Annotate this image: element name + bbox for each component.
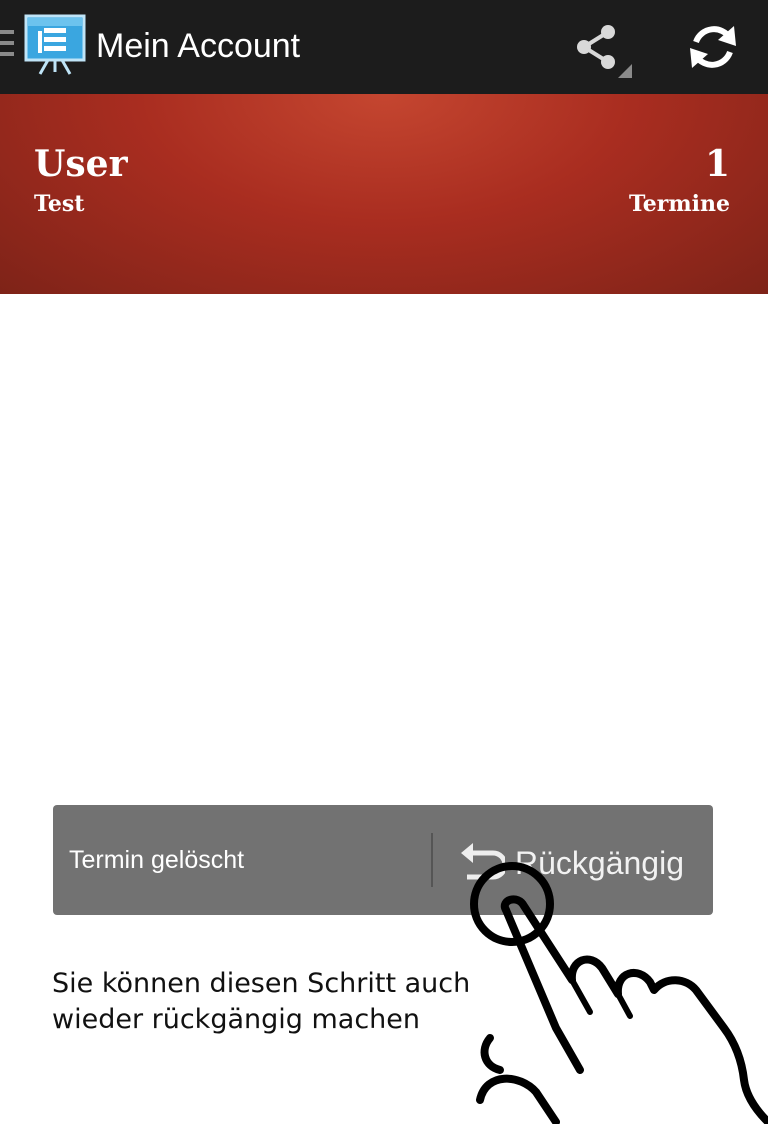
menu-icon[interactable] xyxy=(0,30,16,62)
appointment-count: 1 xyxy=(704,143,730,185)
snackbar-message: Termin gelöscht xyxy=(69,846,245,874)
refresh-icon[interactable] xyxy=(686,20,740,74)
page-title: Mein Account xyxy=(96,27,301,65)
appointment-count-label: Termine xyxy=(628,191,730,217)
tap-hand-icon xyxy=(470,862,768,1124)
account-header: User Test 1 Termine xyxy=(0,94,768,294)
presentation-board-icon[interactable] xyxy=(24,14,86,76)
user-name: User xyxy=(34,143,128,185)
hint-text: Sie können diesen Schritt auch wieder rü… xyxy=(52,968,471,1035)
user-subtitle: Test xyxy=(34,191,85,217)
share-icon[interactable] xyxy=(572,22,634,80)
action-bar: Mein Account xyxy=(0,0,768,94)
snackbar-divider xyxy=(431,833,433,887)
